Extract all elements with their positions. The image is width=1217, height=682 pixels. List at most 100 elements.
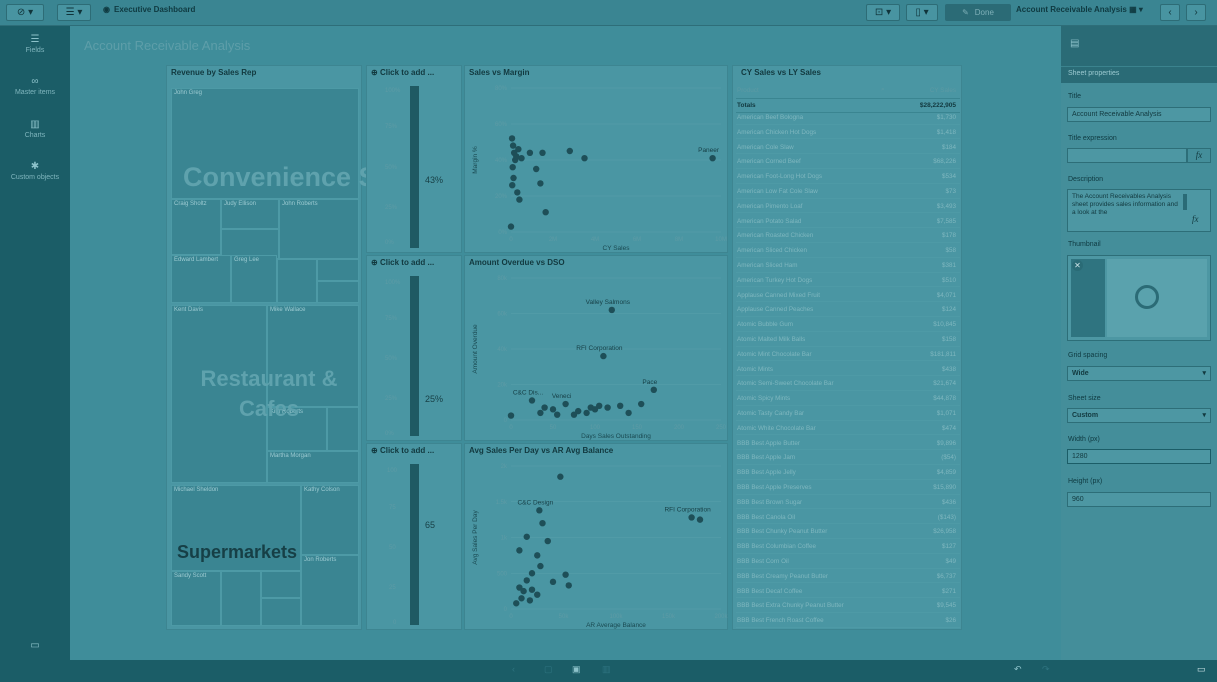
sales-cell: $26 bbox=[945, 617, 956, 625]
table-row[interactable]: BBB Best Chunky Peanut Butter $26,958 bbox=[736, 527, 960, 539]
width-input[interactable]: 1280 bbox=[1067, 449, 1211, 464]
table-row[interactable]: American Low Fat Cole Slaw $73 bbox=[736, 187, 960, 199]
grid-spacing-select[interactable]: Wide ▾ bbox=[1067, 366, 1211, 381]
treemap-cell[interactable]: Craig Sholtz bbox=[171, 199, 221, 255]
table-row[interactable]: American Sliced Chicken $58 bbox=[736, 246, 960, 258]
table-row[interactable]: BBB Best Creamy Peanut Butter $6,737 bbox=[736, 572, 960, 584]
copy-icon[interactable]: ▢ bbox=[544, 664, 553, 675]
table-row[interactable]: American Sliced Ham $381 bbox=[736, 261, 960, 273]
product-cell: Atomic Malted Milk Balls bbox=[737, 336, 806, 343]
fx-button[interactable]: fx bbox=[1187, 148, 1211, 163]
table-row[interactable]: BBB Best Apple Butter $9,896 bbox=[736, 439, 960, 451]
product-cell: American Beef Bologna bbox=[737, 114, 804, 121]
table-row[interactable]: BBB Best Apple Jam ($54) bbox=[736, 453, 960, 465]
table-row[interactable]: American Turkey Hot Dogs $510 bbox=[736, 276, 960, 288]
table-row[interactable]: BBB Best Columbian Coffee $127 bbox=[736, 542, 960, 554]
scatter-plot: 80k 60k 40k 20k 0 0 50 100 150 200 250 Days Sales O… bbox=[465, 256, 729, 442]
chevron-left-icon[interactable]: ‹ bbox=[512, 664, 515, 674]
table-row[interactable]: Atomic Semi-Sweet Chocolate Bar $21,674 bbox=[736, 379, 960, 391]
x-tick-label: 150 bbox=[632, 425, 643, 431]
sidebar-item-fields[interactable]: ☰ Fields bbox=[0, 34, 70, 54]
panel-icon[interactable]: ▭ bbox=[1197, 664, 1206, 675]
done-button[interactable]: ✎ Done bbox=[945, 4, 1011, 21]
sidebar-item-charts[interactable]: ▥ Charts bbox=[0, 119, 70, 139]
table-row[interactable]: Applause Canned Peaches $124 bbox=[736, 305, 960, 317]
table-row[interactable]: BBB Best Corn Oil $49 bbox=[736, 557, 960, 569]
table-row[interactable]: American Beef Bologna $1,730 bbox=[736, 113, 960, 125]
treemap-group-label: Restaurant & Cafes bbox=[200, 366, 338, 421]
undo-icon[interactable]: ↶ bbox=[1014, 664, 1022, 675]
data-point bbox=[539, 520, 546, 527]
table-row[interactable]: BBB Best Apple Jelly $4,859 bbox=[736, 468, 960, 480]
column-header-cy-sales[interactable]: CY Sales bbox=[930, 87, 956, 94]
app-title[interactable]: ◉ Executive Dashboard bbox=[103, 5, 195, 14]
column-header-product[interactable]: Product bbox=[737, 87, 759, 94]
sidebar-item-custom-objects[interactable]: ✱ Custom objects bbox=[0, 161, 70, 181]
redo-icon[interactable]: ↷ bbox=[1042, 664, 1050, 675]
table-row[interactable]: American Chicken Hot Dogs $1,418 bbox=[736, 128, 960, 140]
navigation-menu-button[interactable]: ⊘ ▾ bbox=[6, 4, 44, 21]
delete-icon[interactable]: ▥ bbox=[602, 664, 611, 675]
title-input[interactable]: Account Receivable Analysis bbox=[1067, 107, 1211, 122]
height-label: Height (px) bbox=[1068, 478, 1103, 485]
treemap-cell[interactable]: Greg Lee bbox=[231, 255, 277, 303]
table-row[interactable]: Atomic Spicy Mints $44,878 bbox=[736, 394, 960, 406]
table-header: Product ⌕ CY Sales bbox=[736, 86, 960, 99]
treemap-cell[interactable]: John Roberts bbox=[279, 199, 359, 259]
table-row[interactable]: BBB Best Decaf Coffee $271 bbox=[736, 587, 960, 599]
gauge-panel-2[interactable]: ⊕ Click to add ... 100% 75% 50% 25% 0% 2… bbox=[366, 255, 462, 441]
table-row[interactable]: BBB Best Brown Sugar $436 bbox=[736, 498, 960, 510]
table-row[interactable]: American Potato Salad $7,585 bbox=[736, 217, 960, 229]
treemap-cell[interactable]: Edward Lambert bbox=[171, 255, 231, 303]
remove-thumbnail-icon[interactable]: ✕ bbox=[1072, 260, 1083, 271]
next-sheet-button[interactable]: › bbox=[1186, 4, 1206, 21]
product-cell: BBB Best Apple Jam bbox=[737, 454, 796, 462]
search-icon[interactable]: ⌕ bbox=[881, 86, 885, 94]
treemap-cell[interactable]: Sandy Scott bbox=[171, 571, 221, 626]
story-button[interactable]: ⊡ ▾ bbox=[866, 4, 900, 21]
scatter-sales-vs-margin[interactable]: Sales vs Margin 80% 60% 40% 20% 0% 0 2M 4M 6M 8M 1… bbox=[464, 65, 728, 253]
table-row[interactable]: American Foot-Long Hot Dogs $534 bbox=[736, 172, 960, 184]
description-scrollbar[interactable] bbox=[1183, 194, 1187, 210]
description-input[interactable]: The Account Receivables Analysis sheet p… bbox=[1067, 189, 1211, 232]
sidebar-item-master-items[interactable]: ∞ Master items bbox=[0, 76, 70, 96]
table-row[interactable]: BBB Best Extra Chunky Peanut Butter $9,54… bbox=[736, 601, 960, 613]
gauge-panel-3[interactable]: ⊕ Click to add ... 100 75 50 25 0 65 bbox=[366, 443, 462, 630]
scatter-avg-sales-vs-ar[interactable]: Avg Sales Per Day vs AR Avg Balance 2k 1.… bbox=[464, 443, 729, 630]
paste-icon[interactable]: ▣ bbox=[572, 664, 581, 675]
table-row[interactable]: BBB Best Apple Preserves $15,890 bbox=[736, 483, 960, 495]
table-row[interactable]: Atomic Mints $438 bbox=[736, 365, 960, 377]
table-panel[interactable]: CY Sales vs LY Sales Product ⌕ CY Sales … bbox=[732, 65, 962, 630]
treemap-cell[interactable]: Judy Ellison bbox=[221, 199, 279, 229]
sales-cell: $49 bbox=[945, 558, 956, 565]
table-row[interactable]: Atomic White Chocolate Bar $474 bbox=[736, 424, 960, 436]
global-menu-button[interactable]: ☰ ▾ bbox=[57, 4, 91, 21]
fx-button[interactable]: fx bbox=[1192, 214, 1199, 224]
table-row[interactable]: BBB Best French Roast Coffee $26 bbox=[736, 616, 960, 628]
sheet-name-selector[interactable]: Account Receivable Analysis ▦ ▾ bbox=[1016, 5, 1143, 14]
table-row[interactable]: Atomic Bubble Gum $10,845 bbox=[736, 320, 960, 332]
top-toolbar: ⊘ ▾ ☰ ▾ ◉ Executive Dashboard ⊡ ▾ ▯ ▾ ✎ Do… bbox=[0, 0, 1217, 26]
treemap-panel[interactable]: Revenue by Sales Rep John Greg Craig Sho… bbox=[166, 65, 443, 630]
treemap-cell[interactable]: Martha Morgan bbox=[267, 451, 359, 483]
treemap-cell[interactable]: Kathy Colson bbox=[301, 485, 359, 555]
thumbnail-preview[interactable]: ✕ bbox=[1067, 255, 1211, 341]
sidebar-bottom-button[interactable]: ▭ bbox=[0, 640, 70, 653]
scatter-amount-overdue-vs-dso[interactable]: Amount Overdue vs DSO 80k 60k 40k 20k 0 0 50 10… bbox=[464, 255, 728, 441]
title-expression-input[interactable] bbox=[1067, 148, 1187, 163]
table-row[interactable]: American Corned Beef $68,226 bbox=[736, 157, 960, 169]
table-row[interactable]: American Roasted Chicken $178 bbox=[736, 231, 960, 243]
height-input[interactable]: 960 bbox=[1067, 492, 1211, 507]
treemap-cell[interactable]: Jon Roberts bbox=[301, 555, 359, 626]
table-row[interactable]: Atomic Malted Milk Balls $158 bbox=[736, 335, 960, 347]
table-row[interactable]: Applause Canned Mixed Fruit $4,071 bbox=[736, 291, 960, 303]
table-row[interactable]: American Pimento Loaf $3,493 bbox=[736, 202, 960, 214]
table-row[interactable]: Atomic Mint Chocolate Bar $181,811 bbox=[736, 350, 960, 362]
sheet-size-select[interactable]: Custom ▾ bbox=[1067, 408, 1211, 423]
table-row[interactable]: BBB Best Canola Oil ($143) bbox=[736, 513, 960, 525]
gauge-panel-1[interactable]: ⊕ Click to add ... 100% 75% 50% 25% 0% 4… bbox=[366, 65, 462, 253]
table-row[interactable]: Atomic Tasty Candy Bar $1,071 bbox=[736, 409, 960, 421]
previous-sheet-button[interactable]: ‹ bbox=[1160, 4, 1180, 21]
table-row[interactable]: American Cole Slaw $184 bbox=[736, 143, 960, 155]
bookmark-button[interactable]: ▯ ▾ bbox=[906, 4, 938, 21]
